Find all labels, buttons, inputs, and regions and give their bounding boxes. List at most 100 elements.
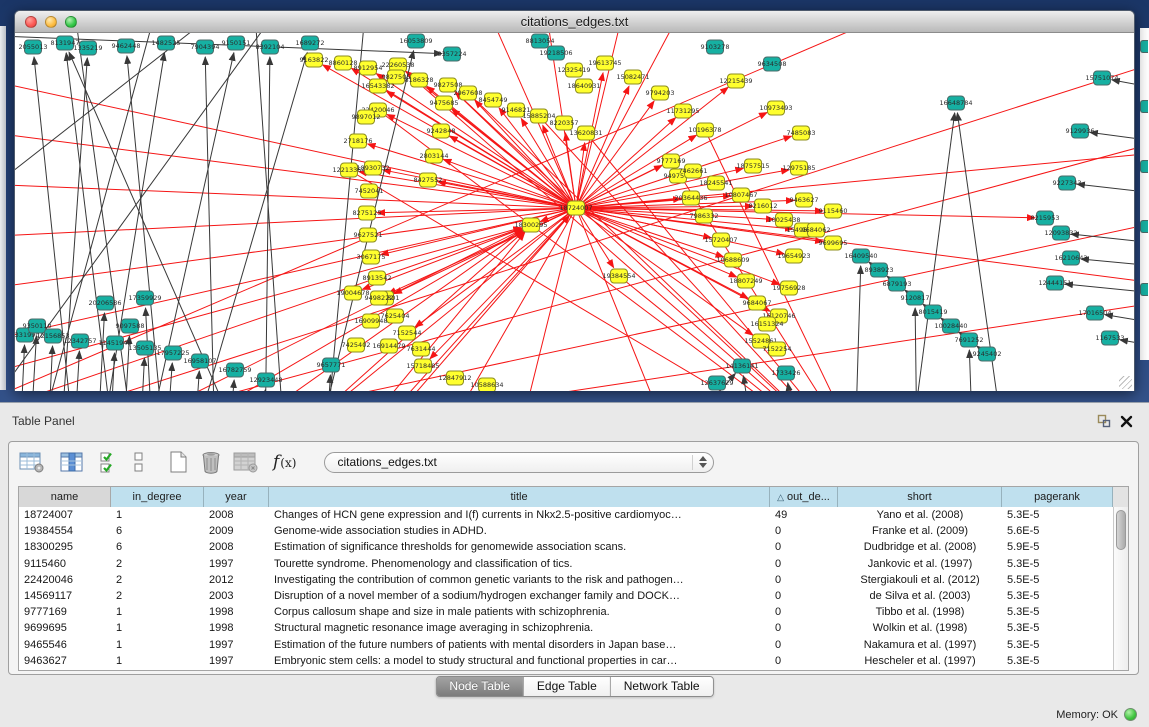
- graph-node-9475685[interactable]: 9475685: [430, 96, 459, 110]
- graph-node-2718176[interactable]: 2718176: [344, 134, 373, 148]
- close-panel-button[interactable]: [1115, 411, 1137, 431]
- function-builder-button[interactable]: f(x): [273, 452, 296, 472]
- graph-node-18757515[interactable]: 18757515: [736, 159, 769, 173]
- graph-node-19613745[interactable]: 19613745: [588, 56, 621, 70]
- graph-node-13620831[interactable]: 13620831: [569, 126, 602, 140]
- table-row[interactable]: 911546021997Tourette syndrome. Phenomeno…: [19, 556, 1113, 572]
- graph-node-16543382[interactable]: 16543382: [361, 79, 394, 93]
- graph-node-9357224[interactable]: 9357224: [438, 47, 467, 61]
- graph-node-2055013[interactable]: 2055013: [19, 40, 48, 54]
- graph-node-12444151[interactable]: 12444151: [1038, 276, 1071, 290]
- graph-node-15720407[interactable]: 15720407: [704, 233, 737, 247]
- table-settings-button[interactable]: [19, 451, 45, 473]
- column-header-name[interactable]: name: [19, 487, 111, 507]
- tab-edge-table[interactable]: Edge Table: [524, 677, 611, 696]
- graph-node-9462448[interactable]: 9462448: [112, 39, 141, 53]
- graph-node-19218506[interactable]: 19218506: [539, 46, 572, 60]
- graph-node-20206536[interactable]: 20206536: [88, 296, 121, 310]
- graph-node-12847912[interactable]: 12847912: [438, 371, 471, 385]
- graph-node-10196378[interactable]: 10196378: [688, 123, 721, 137]
- graph-node-10028440[interactable]: 10028440: [934, 319, 967, 333]
- graph-node-7152254[interactable]: 7152254: [763, 342, 792, 356]
- graph-node-8216012[interactable]: 8216012: [749, 199, 778, 213]
- table-row[interactable]: 969969511998Structural magnetic resonanc…: [19, 620, 1113, 636]
- graph-node-9103278[interactable]: 9103278: [701, 40, 730, 54]
- delete-table-button[interactable]: [199, 450, 223, 474]
- graph-node-7631444[interactable]: 7631444: [407, 342, 436, 356]
- graph-node-7485083[interactable]: 7485083: [787, 126, 816, 140]
- graph-node-8220357[interactable]: 8220357: [550, 116, 579, 130]
- graph-node-8913542[interactable]: 8913542: [363, 271, 392, 285]
- column-header-pagerank[interactable]: pagerank: [1002, 487, 1113, 507]
- import-table-button[interactable]: [233, 451, 259, 473]
- graph-node-15082471[interactable]: 15082471: [616, 70, 649, 84]
- graph-node-9684067[interactable]: 9684067: [743, 296, 772, 310]
- graph-node-14136141[interactable]: 14136141: [725, 359, 758, 373]
- graph-node-12093832[interactable]: 12093832: [1044, 226, 1077, 240]
- graph-node-10807467[interactable]: 10807467: [724, 188, 757, 202]
- table-row[interactable]: 1872400712008Changes of HCN gene express…: [19, 507, 1113, 523]
- network-canvas[interactable]: 2055013813194713352199462448148252579043…: [15, 33, 1134, 391]
- tab-network-table[interactable]: Network Table: [611, 677, 713, 696]
- graph-node-6879193[interactable]: 6879193: [883, 277, 912, 291]
- vertical-scrollbar[interactable]: [1113, 507, 1128, 670]
- table-row[interactable]: 946554611997Estimation of the future num…: [19, 637, 1113, 653]
- graph-node-12923448[interactable]: 12923448: [249, 373, 282, 387]
- clear-selection-button[interactable]: [133, 450, 145, 474]
- graph-node-19756928[interactable]: 19756928: [772, 281, 805, 295]
- graph-node-10973493[interactable]: 10973493: [759, 101, 792, 115]
- graph-node-19654923[interactable]: 19654923: [777, 249, 810, 263]
- graph-node-9657771[interactable]: 9657771: [317, 358, 346, 372]
- tab-node-table[interactable]: Node Table: [436, 677, 524, 696]
- graph-node-9897012[interactable]: 9897012: [352, 110, 381, 124]
- graph-node-1335219[interactable]: 1335219: [74, 41, 103, 55]
- graph-node-8015419[interactable]: 8015419: [919, 305, 948, 319]
- graph-node-8392104[interactable]: 8392104: [256, 40, 285, 54]
- table-row[interactable]: 1456911722003Disruption of a novel membe…: [19, 588, 1113, 604]
- column-header-out_de-[interactable]: △out_de...: [770, 487, 838, 507]
- graph-node-16409540[interactable]: 16409540: [844, 249, 877, 263]
- graph-node-16210643[interactable]: 16210643: [1054, 251, 1087, 265]
- column-header-short[interactable]: short: [838, 487, 1002, 507]
- graph-node-9627521[interactable]: 9627521: [354, 228, 383, 242]
- graph-node-7904394[interactable]: 7904394: [191, 40, 220, 54]
- graph-node-3067175[interactable]: 3067175: [357, 250, 386, 264]
- graph-node-18807249[interactable]: 18807249: [729, 274, 762, 288]
- resize-grip[interactable]: [1119, 376, 1132, 389]
- graph-node-12637629[interactable]: 12637629: [700, 376, 733, 390]
- column-visibility-button[interactable]: [59, 451, 85, 473]
- graph-node-15751074[interactable]: 15751074: [1085, 71, 1118, 85]
- graph-node-1167533[interactable]: 1167533: [1096, 331, 1125, 345]
- graph-node-9794203[interactable]: 9794203: [646, 86, 675, 100]
- graph-node-11731295[interactable]: 11731295: [666, 104, 699, 118]
- graph-node-8938923[interactable]: 8938923: [865, 263, 894, 277]
- graph-node-9245402[interactable]: 9245402: [973, 347, 1002, 361]
- graph-node-16782759[interactable]: 16782759: [218, 363, 251, 377]
- table-row[interactable]: 946362711997Embryonic stem cells: a mode…: [19, 653, 1113, 669]
- graph-node-16958107[interactable]: 16958107: [183, 354, 216, 368]
- table-row[interactable]: 1938455462009Genome-wide association stu…: [19, 523, 1113, 539]
- graph-node-9227343[interactable]: 9227343: [1053, 176, 1082, 190]
- table-row[interactable]: 1830029562008Estimation of significance …: [19, 539, 1113, 555]
- graph-node-16648784[interactable]: 16648784: [939, 96, 972, 110]
- graph-node-9699695[interactable]: 9699695: [819, 236, 848, 250]
- graph-node-10588634[interactable]: 10588634: [470, 378, 503, 391]
- column-header-in_degree[interactable]: in_degree: [111, 487, 204, 507]
- zoom-button[interactable]: [65, 16, 77, 28]
- graph-node-9463627[interactable]: 9463627: [790, 193, 819, 207]
- graph-node-8186328[interactable]: 8186328: [405, 73, 434, 87]
- graph-node-16053809[interactable]: 16053809: [399, 34, 432, 48]
- graph-node-7691252[interactable]: 7691252: [955, 333, 984, 347]
- graph-node-7425402[interactable]: 7425402: [342, 338, 371, 352]
- float-panel-button[interactable]: [1093, 411, 1115, 431]
- close-button[interactable]: [25, 16, 37, 28]
- graph-node-9115460[interactable]: 9115460: [819, 204, 848, 218]
- graph-node-18640931[interactable]: 18640931: [567, 79, 600, 93]
- table-row[interactable]: 2242004622012Investigating the contribut…: [19, 572, 1113, 588]
- graph-node-1733426[interactable]: 1733426: [772, 366, 801, 380]
- table-row[interactable]: 977716911998Corpus callosum shape and si…: [19, 604, 1113, 620]
- scrollbar-thumb[interactable]: [1116, 510, 1126, 550]
- minimize-button[interactable]: [45, 16, 57, 28]
- column-header-year[interactable]: year: [204, 487, 269, 507]
- graph-node-9120817[interactable]: 9120817: [901, 291, 930, 305]
